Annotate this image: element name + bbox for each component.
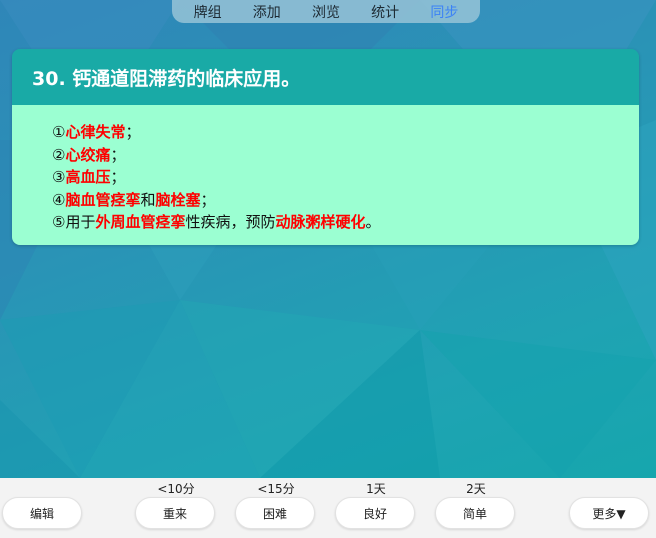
answer-line: ②心绞痛；	[52, 144, 639, 167]
answer-keyword: 心绞痛	[65, 145, 111, 164]
answer-text: 。	[365, 213, 381, 231]
card-header: 30. 钙通道阻滞药的临床应用。	[12, 49, 639, 105]
easy-interval: 2天	[466, 482, 486, 496]
nav-browse[interactable]: 浏览	[312, 2, 340, 22]
nav-stats[interactable]: 统计	[371, 2, 399, 22]
good-interval: 1天	[366, 482, 386, 496]
again-interval: <10分	[157, 482, 195, 496]
answer-keyword: 外周血管痉挛	[95, 213, 186, 231]
answer-line: ④脑血管痉挛和脑栓塞；	[52, 189, 639, 212]
answer-text: ③	[52, 168, 66, 186]
flashcard: 30. 钙通道阻滞药的临床应用。 ①心律失常； ②心绞痛； ③高血压； ④脑血管痉挛和…	[12, 49, 639, 245]
answer-text: ①	[52, 123, 66, 141]
answer-keyword: 高血压	[65, 168, 111, 186]
answer-keyword: 脑血管痉挛	[65, 190, 141, 209]
answer-line: ③高血压；	[52, 166, 639, 189]
answer-keyword: 心律失常	[65, 123, 126, 141]
answer-text: ；	[110, 168, 126, 186]
answer-line: ⑤用于外周血管痉挛性疾病，预防动脉粥样硬化。	[52, 211, 639, 234]
card-answer: ①心律失常； ②心绞痛； ③高血压； ④脑血管痉挛和脑栓塞； ⑤用于外周血管痉挛性疾病，…	[12, 105, 639, 245]
again-button[interactable]: 重来	[135, 497, 215, 529]
review-footer: 编辑 <10分 重来 <15分 困难 1天 良好 2天 简单 更多▼	[0, 478, 656, 538]
nav-add[interactable]: 添加	[253, 2, 281, 22]
good-button[interactable]: 良好	[335, 497, 415, 529]
more-button[interactable]: 更多▼	[569, 497, 649, 529]
answer-line: ①心律失常；	[52, 121, 639, 144]
answer-text: ④	[52, 190, 66, 209]
hard-interval: <15分	[257, 482, 295, 496]
answer-keyword: 脑栓塞	[155, 190, 201, 209]
answer-text: 性疾病，预防	[185, 213, 276, 231]
hard-button[interactable]: 困难	[235, 497, 315, 529]
easy-button[interactable]: 简单	[435, 497, 515, 529]
answer-text: ；	[110, 145, 126, 164]
answer-text: 和	[140, 190, 156, 209]
nav-sync[interactable]: 同步	[430, 2, 458, 22]
top-navigation: 牌组 添加 浏览 统计 同步	[172, 0, 480, 23]
edit-button[interactable]: 编辑	[2, 497, 82, 529]
card-question: 30. 钙通道阻滞药的临床应用。	[32, 67, 301, 90]
answer-text: ；	[125, 123, 141, 141]
answer-keyword: 动脉粥样硬化	[275, 213, 366, 231]
answer-text: ⑤用于	[52, 213, 96, 231]
answer-text: ；	[200, 190, 216, 209]
nav-decks[interactable]: 牌组	[194, 2, 222, 22]
answer-text: ②	[52, 145, 66, 164]
